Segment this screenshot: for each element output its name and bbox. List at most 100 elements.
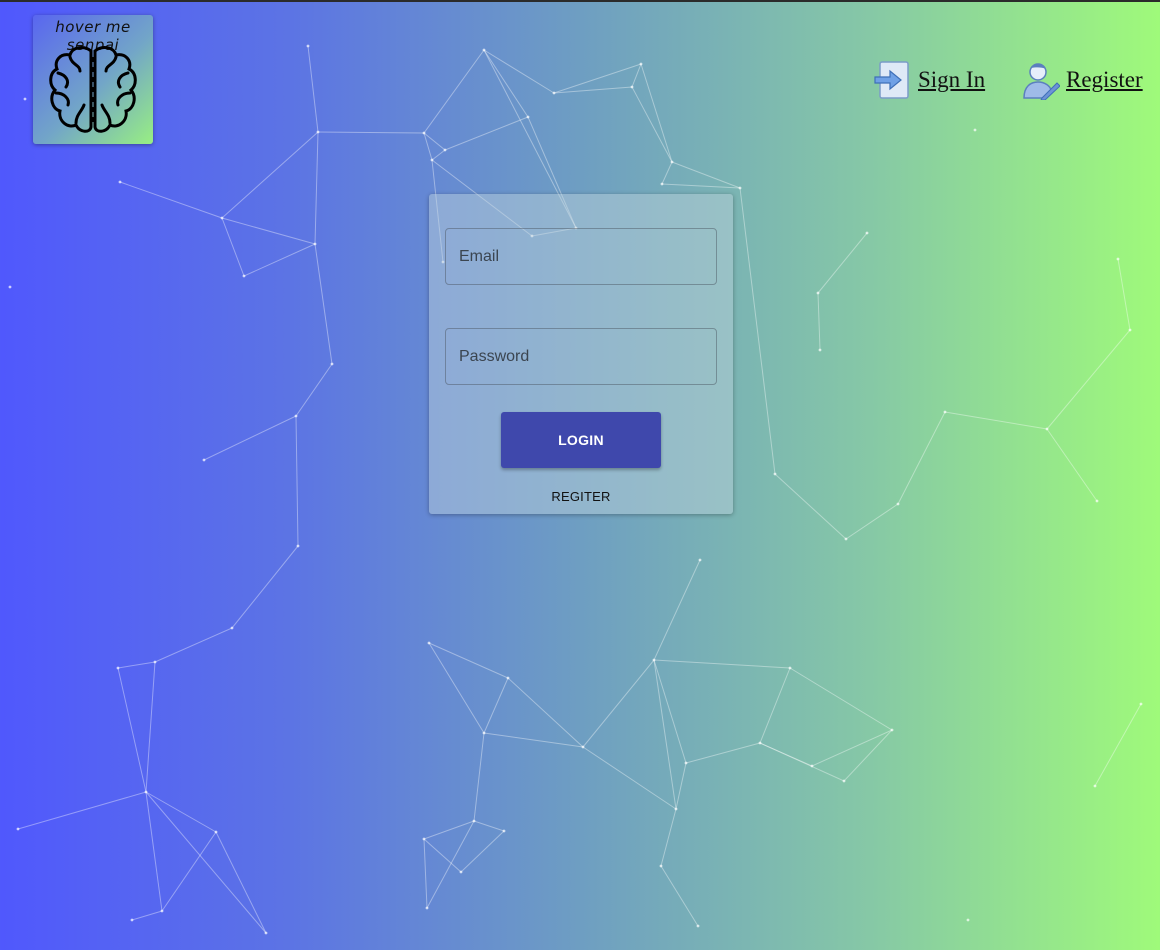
network-line: [653, 659, 677, 810]
network-line: [845, 503, 899, 540]
network-node: [313, 242, 317, 246]
network-node: [160, 909, 164, 913]
network-line: [426, 820, 475, 909]
network-node: [660, 182, 664, 186]
network-line: [423, 820, 475, 840]
network-line: [1094, 703, 1142, 787]
network-line: [221, 131, 319, 219]
network-line: [161, 831, 217, 912]
network-line: [145, 661, 156, 793]
network-node: [773, 472, 777, 476]
brain-logo[interactable]: hover me senpai: [33, 15, 153, 144]
network-node: [482, 731, 486, 735]
network-node: [425, 906, 429, 910]
network-line: [117, 667, 147, 793]
network-node: [943, 410, 947, 414]
network-line: [483, 49, 529, 118]
network-line: [145, 791, 163, 912]
network-node: [890, 728, 894, 732]
network-node: [1095, 499, 1099, 503]
network-line: [739, 187, 776, 475]
network-line: [671, 161, 741, 189]
network-line: [428, 642, 509, 679]
network-line: [759, 742, 845, 782]
network-node: [526, 115, 530, 119]
network-node: [684, 761, 688, 765]
network-line: [774, 473, 847, 540]
network-node: [506, 676, 510, 680]
network-line: [131, 910, 163, 921]
network-line: [483, 49, 555, 94]
login-card: LOGIN REGITER: [429, 194, 733, 514]
network-node: [659, 864, 663, 868]
network-node: [230, 626, 234, 630]
sign-in-icon: [874, 61, 909, 99]
network-line: [483, 732, 584, 748]
network-node: [8, 285, 12, 289]
network-line: [295, 415, 299, 547]
network-node: [202, 458, 206, 462]
network-line: [117, 661, 156, 669]
network-node: [810, 764, 814, 768]
network-line: [685, 742, 761, 764]
network-node: [758, 741, 762, 745]
network-line: [221, 217, 316, 245]
network-node: [552, 91, 556, 95]
network-line: [145, 791, 217, 833]
network-line: [423, 838, 428, 909]
register-link[interactable]: Register: [1022, 60, 1143, 100]
network-line: [473, 732, 485, 822]
network-line: [154, 627, 233, 663]
network-line: [295, 363, 333, 417]
network-line: [789, 667, 893, 731]
network-node: [482, 48, 486, 52]
network-line: [843, 729, 893, 782]
network-line: [460, 830, 505, 873]
password-field[interactable]: [445, 328, 717, 385]
network-line: [423, 132, 433, 161]
network-node: [130, 918, 134, 922]
email-field[interactable]: [445, 228, 717, 285]
network-line: [231, 545, 299, 629]
network-node: [1045, 427, 1049, 431]
network-node: [788, 666, 792, 670]
network-line: [314, 131, 319, 245]
network-line: [314, 243, 333, 365]
network-line: [582, 746, 677, 810]
network-node: [738, 186, 742, 190]
network-line: [660, 865, 699, 927]
network-node: [818, 348, 822, 352]
sign-in-link[interactable]: Sign In: [874, 60, 985, 100]
network-line: [897, 411, 946, 505]
sign-in-label: Sign In: [918, 67, 986, 92]
network-node: [472, 819, 476, 823]
network-line: [119, 181, 223, 219]
network-node: [896, 502, 900, 506]
network-line: [431, 149, 446, 161]
register-button[interactable]: REGITER: [531, 484, 631, 508]
network-line: [653, 659, 687, 764]
network-node: [674, 807, 678, 811]
network-node: [242, 274, 246, 278]
network-line: [631, 86, 673, 163]
network-line: [1046, 428, 1098, 502]
network-line: [759, 667, 791, 744]
network-line: [661, 183, 741, 189]
network-node: [698, 558, 702, 562]
network-node: [966, 918, 970, 922]
network-line: [203, 415, 297, 461]
network-line: [423, 132, 446, 151]
network-line: [215, 831, 267, 934]
network-node: [816, 291, 820, 295]
network-node: [696, 924, 700, 928]
network-node: [422, 837, 426, 841]
network-node: [639, 62, 643, 66]
login-button[interactable]: LOGIN: [501, 412, 661, 468]
network-line: [473, 820, 505, 832]
network-line: [221, 217, 245, 277]
network-line: [243, 243, 316, 277]
network-line: [661, 161, 673, 185]
network-line: [817, 232, 868, 294]
network-node: [296, 544, 300, 548]
network-node: [430, 158, 434, 162]
